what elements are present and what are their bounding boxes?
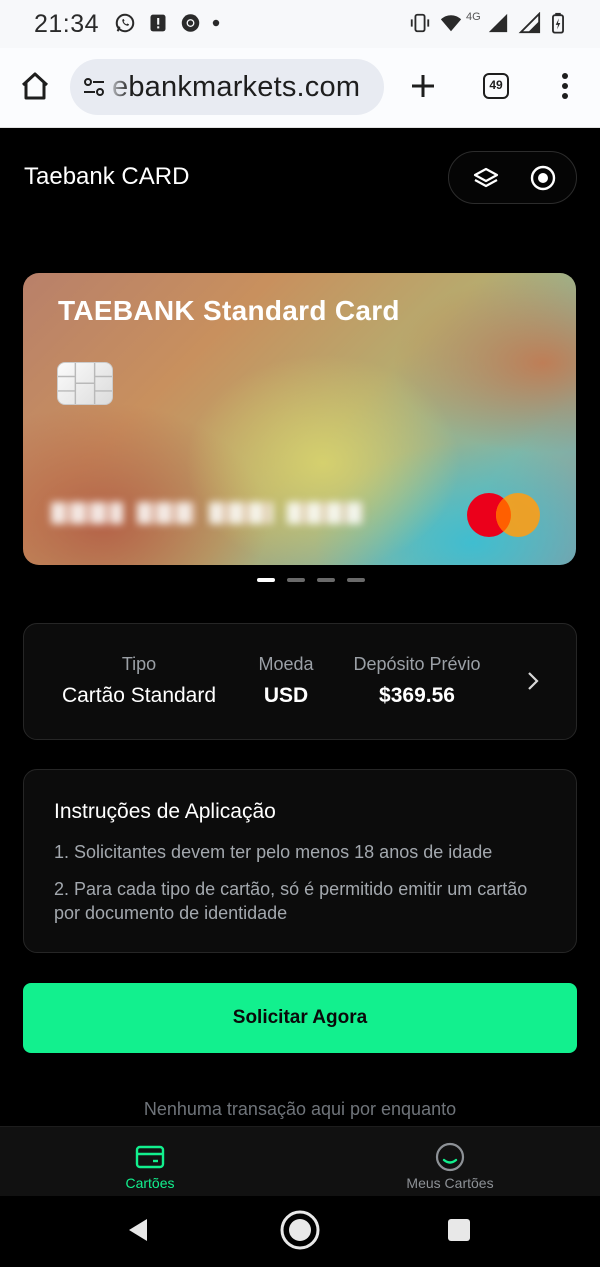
signal-icon bbox=[518, 12, 541, 34]
status-bar: 21:34 4G bbox=[0, 0, 600, 48]
nav-label-my-cards: Meus Cartões bbox=[406, 1175, 494, 1191]
pager-dot[interactable] bbox=[257, 578, 275, 582]
header-actions bbox=[448, 151, 577, 204]
card-number-group bbox=[209, 502, 273, 524]
card-pager bbox=[257, 578, 365, 582]
more-icon[interactable] bbox=[545, 66, 585, 106]
status-time: 21:34 bbox=[34, 10, 100, 38]
chrome-icon bbox=[181, 14, 200, 32]
chip-icon bbox=[57, 362, 113, 405]
info-currency: Moeda USD bbox=[248, 654, 324, 708]
apply-now-button[interactable]: Solicitar Agora bbox=[23, 983, 577, 1053]
page-title: Taebank CARD bbox=[24, 163, 190, 190]
record-icon[interactable] bbox=[529, 164, 557, 192]
notification-icon bbox=[150, 14, 166, 32]
nav-item-cards[interactable]: Cartões bbox=[70, 1127, 230, 1197]
type-value: Cartão Standard bbox=[61, 684, 217, 707]
card-number-group bbox=[137, 502, 195, 524]
pager-dot[interactable] bbox=[317, 578, 335, 582]
nav-item-my-cards[interactable]: Meus Cartões bbox=[370, 1127, 530, 1197]
bottom-nav: Cartões Meus Cartões bbox=[0, 1126, 600, 1196]
pager-dot[interactable] bbox=[287, 578, 305, 582]
recents-icon[interactable] bbox=[437, 1208, 481, 1252]
new-tab-icon[interactable] bbox=[403, 66, 443, 106]
layers-icon[interactable] bbox=[472, 164, 500, 192]
smile-icon bbox=[435, 1142, 465, 1172]
nav-label-cards: Cartões bbox=[125, 1175, 175, 1191]
bank-card[interactable]: TAEBANK Standard Card bbox=[23, 273, 576, 565]
card-number bbox=[51, 498, 363, 528]
browser-toolbar: ebankmarkets.com 49 bbox=[0, 48, 600, 128]
deposit-value: $369.56 bbox=[379, 684, 455, 707]
battery-icon bbox=[552, 12, 564, 34]
info-type: Tipo Cartão Standard bbox=[54, 654, 224, 708]
tabs-icon[interactable]: 49 bbox=[483, 73, 509, 99]
deposit-label: Depósito Prévio bbox=[353, 654, 481, 674]
site-settings-icon[interactable] bbox=[82, 75, 106, 99]
empty-transactions-text: Nenhuma transação aqui por enquanto bbox=[143, 1099, 457, 1119]
network-type: 4G bbox=[466, 11, 481, 23]
chevron-right-icon[interactable] bbox=[522, 670, 544, 692]
application-instructions: Instruções de Aplicação 1. Solicitantes … bbox=[23, 769, 577, 953]
dot-icon bbox=[212, 19, 220, 27]
home-icon[interactable] bbox=[15, 66, 55, 106]
card-title: TAEBANK Standard Card bbox=[58, 295, 400, 326]
card-number-group bbox=[51, 502, 123, 524]
back-icon[interactable] bbox=[117, 1208, 161, 1252]
card-number-group bbox=[287, 502, 363, 524]
mastercard-logo bbox=[467, 493, 540, 537]
instruction-item: 1. Solicitantes devem ter pelo menos 18 … bbox=[54, 842, 493, 862]
type-label: Tipo bbox=[121, 654, 157, 674]
whatsapp-icon bbox=[115, 13, 135, 33]
signal-icon bbox=[488, 13, 508, 33]
card-icon bbox=[135, 1145, 165, 1169]
address-bar[interactable]: ebankmarkets.com bbox=[70, 59, 384, 115]
card-info-panel[interactable]: Tipo Cartão Standard Moeda USD Depósito … bbox=[23, 623, 577, 740]
pager-dot[interactable] bbox=[347, 578, 365, 582]
instruction-item: 2. Para cada tipo de cartão, só é permit… bbox=[54, 879, 528, 923]
instructions-title: Instruções de Aplicação bbox=[54, 800, 276, 823]
info-deposit: Depósito Prévio $369.56 bbox=[342, 654, 492, 708]
wifi-icon bbox=[440, 15, 462, 32]
vibrate-icon bbox=[410, 13, 430, 33]
system-navigation bbox=[0, 1196, 600, 1267]
home-circle-icon[interactable] bbox=[278, 1208, 322, 1252]
currency-value: USD bbox=[263, 684, 309, 707]
currency-label: Moeda bbox=[258, 654, 314, 674]
url-text[interactable]: ebankmarkets.com bbox=[112, 71, 360, 104]
